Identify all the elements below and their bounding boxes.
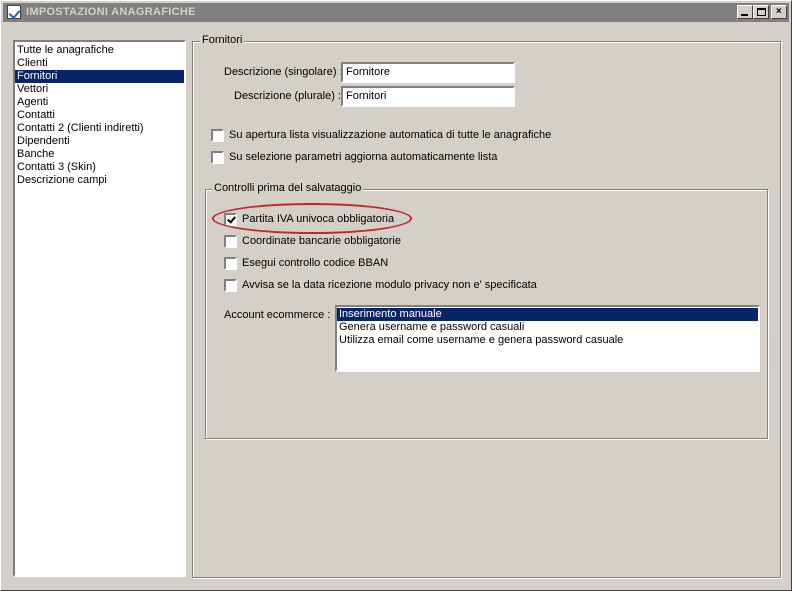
description-plural-input[interactable]: Fornitori — [341, 86, 515, 107]
account-option-casuali[interactable]: Genera username e password casuali — [337, 321, 758, 334]
category-item-dipendenti[interactable]: Dipendenti — [15, 135, 184, 148]
vat-unique-checkbox[interactable] — [224, 213, 237, 226]
minimize-button[interactable] — [737, 5, 753, 19]
maximize-button[interactable] — [753, 5, 769, 19]
auto-refresh-label: Su selezione parametri aggiorna automati… — [229, 151, 498, 163]
bban-check-checkbox[interactable] — [224, 257, 237, 270]
category-item-contatti-2[interactable]: Contatti 2 (Clienti indiretti) — [15, 122, 184, 135]
account-option-email[interactable]: Utilizza email come username e genera pa… — [337, 334, 758, 347]
category-list[interactable]: Tutte le anagrafiche Clienti Fornitori V… — [13, 40, 186, 577]
auto-refresh-checkbox[interactable] — [211, 151, 224, 164]
account-option-manuale[interactable]: Inserimento manuale — [337, 308, 758, 321]
account-ecommerce-label: Account ecommerce : — [224, 309, 331, 321]
bban-check-label: Esegui controllo codice BBAN — [242, 257, 389, 269]
category-item-vettori[interactable]: Vettori — [15, 83, 184, 96]
settings-window: IMPOSTAZIONI ANAGRAFICHE × Tutte le anag… — [0, 0, 792, 591]
category-item-tutte[interactable]: Tutte le anagrafiche — [15, 44, 184, 57]
category-item-descrizione-campi[interactable]: Descrizione campi — [15, 174, 184, 187]
description-plural-label: Descrizione (plurale) : — [234, 90, 341, 102]
fornitori-group-title: Fornitori — [200, 34, 245, 47]
privacy-date-checkbox[interactable] — [224, 279, 237, 292]
maximize-icon — [757, 8, 766, 16]
category-item-clienti[interactable]: Clienti — [15, 57, 184, 70]
window-title: IMPOSTAZIONI ANAGRAFICHE — [26, 6, 196, 18]
close-button[interactable]: × — [771, 5, 787, 19]
category-item-contatti[interactable]: Contatti — [15, 109, 184, 122]
account-ecommerce-list[interactable]: Inserimento manuale Genera username e pa… — [335, 305, 760, 372]
category-item-banche[interactable]: Banche — [15, 148, 184, 161]
bank-details-label: Coordinate bancarie obbligatorie — [242, 235, 401, 247]
privacy-date-label: Avvisa se la data ricezione modulo priva… — [242, 279, 537, 291]
vat-unique-label: Partita IVA univoca obbligatoria — [242, 213, 395, 225]
category-item-agenti[interactable]: Agenti — [15, 96, 184, 109]
description-singular-label: Descrizione (singolare) : — [224, 66, 343, 78]
description-singular-input[interactable]: Fornitore — [341, 62, 515, 83]
bank-details-checkbox[interactable] — [224, 235, 237, 248]
category-item-contatti-3[interactable]: Contatti 3 (Skin) — [15, 161, 184, 174]
category-item-fornitori[interactable]: Fornitori — [15, 70, 184, 83]
minimize-icon — [741, 14, 748, 16]
auto-show-all-label: Su apertura lista visualizzazione automa… — [229, 129, 552, 141]
title-bar[interactable]: IMPOSTAZIONI ANAGRAFICHE × — [3, 3, 789, 22]
save-checks-group-title: Controlli prima del salvataggio — [212, 182, 364, 195]
app-icon[interactable] — [7, 5, 21, 19]
auto-show-all-checkbox[interactable] — [211, 129, 224, 142]
